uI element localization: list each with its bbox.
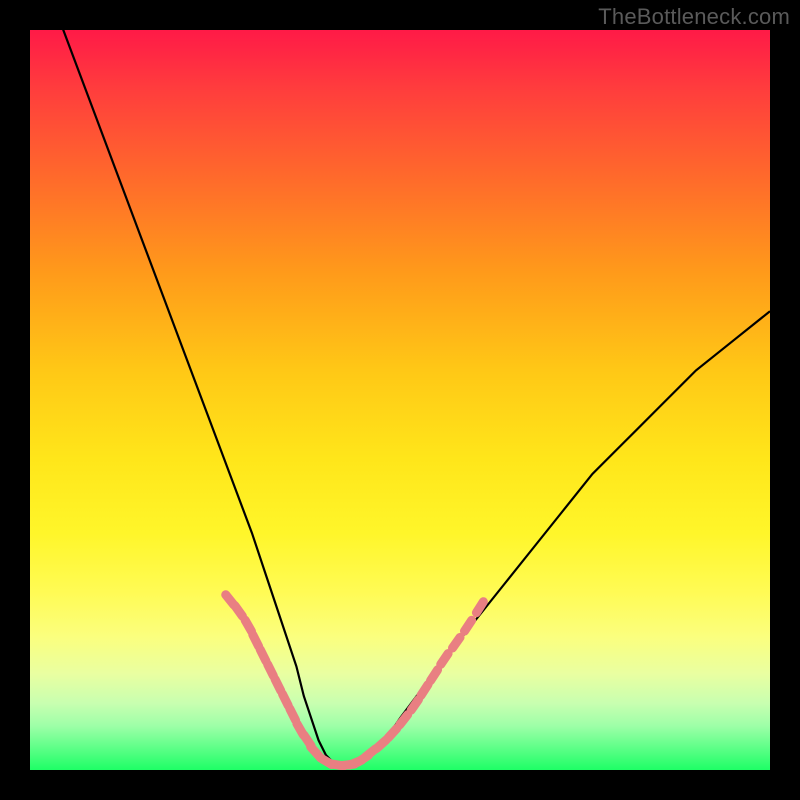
chart-frame: TheBottleneck.com <box>0 0 800 800</box>
watermark-text: TheBottleneck.com <box>598 4 790 30</box>
highlight-marker <box>421 685 428 696</box>
bottleneck-curve <box>30 30 770 766</box>
highlight-marker <box>290 709 296 721</box>
highlight-marker <box>235 606 243 617</box>
plot-area <box>30 30 770 770</box>
highlight-marker <box>282 694 288 706</box>
highlight-marker <box>465 620 472 631</box>
highlight-marker <box>441 654 448 665</box>
highlight-marker <box>268 664 274 676</box>
highlight-marker <box>275 679 281 691</box>
highlight-marker <box>253 635 259 647</box>
highlight-marker <box>411 700 418 711</box>
highlight-marker <box>377 740 387 749</box>
highlight-marker <box>453 637 461 648</box>
highlight-marker <box>400 715 408 725</box>
highlight-markers <box>226 595 484 766</box>
highlight-marker <box>431 670 438 681</box>
highlight-marker <box>260 650 266 662</box>
highlight-marker <box>388 728 397 738</box>
highlight-marker <box>245 620 251 631</box>
highlight-marker <box>476 602 483 613</box>
curve-layer <box>30 30 770 770</box>
